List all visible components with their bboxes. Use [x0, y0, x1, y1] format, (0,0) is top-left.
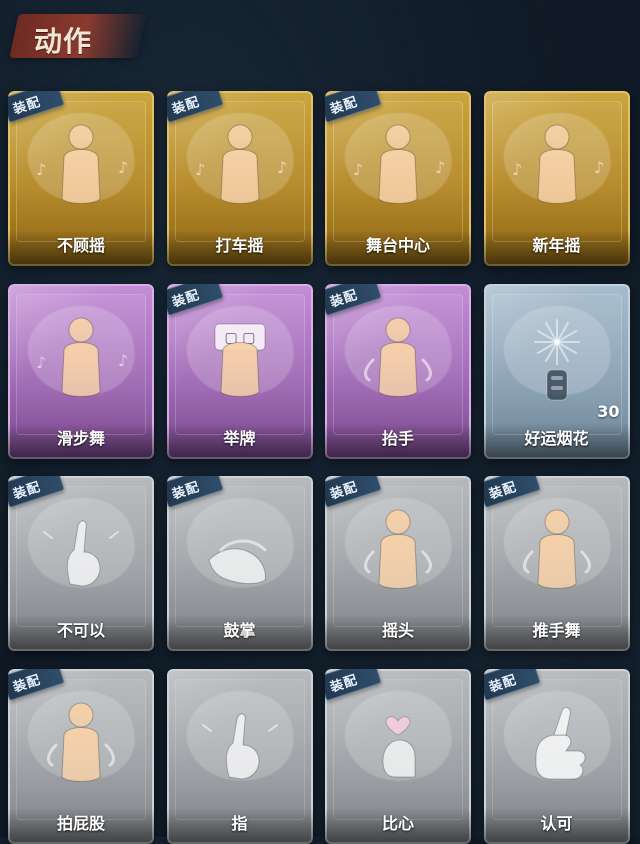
equip-badge-label: 装配	[170, 94, 202, 118]
svg-text:♪: ♪	[118, 158, 128, 177]
finger-heart-icon	[325, 691, 471, 796]
emote-label: 抬手	[381, 428, 414, 448]
equip-badge-label: 装配	[487, 479, 519, 503]
equip-badge-label: 装配	[487, 672, 519, 696]
svg-text:♪: ♪	[435, 158, 445, 177]
emote-label: 拍屁股	[56, 813, 105, 833]
raise-hand-icon	[325, 306, 471, 411]
emote-grid: ♪ ♪ 不顾摇 装配 ♪ ♪ 打车摇 装配 ♪ ♪ 舞台中心 装配 ♪ ♪ 新年…	[0, 85, 640, 844]
clap-icon	[167, 498, 313, 603]
emote-card[interactable]: 抬手 装配	[325, 283, 471, 459]
equip-badge-label: 装配	[170, 479, 202, 503]
emote-card[interactable]: ♪ ♪ 打车摇 装配	[166, 91, 313, 266]
emote-card[interactable]: 拍屁股 装配	[8, 668, 154, 844]
equip-badge-label: 装配	[328, 287, 360, 311]
item-count: 30	[597, 401, 620, 421]
shake-head-icon	[325, 498, 471, 603]
hold-sign-icon: ▢ ▢	[167, 306, 313, 411]
emote-label: 不可以	[56, 621, 105, 640]
emote-label: 不顾摇	[56, 236, 105, 255]
emote-card[interactable]: ♪ ♪ 新年摇	[483, 91, 630, 266]
emote-label: 滑步舞	[56, 428, 105, 448]
equip-badge-label: 装配	[328, 479, 360, 503]
dancer-slide-step-icon: ♪ ♪	[8, 306, 154, 411]
emote-label: 好运烟花	[524, 428, 589, 448]
svg-text:♪: ♪	[277, 158, 287, 177]
emote-card[interactable]: ▢ ▢ 举牌 装配	[166, 283, 313, 459]
svg-text:♪: ♪	[118, 351, 128, 370]
emote-label: 舞台中心	[365, 236, 430, 255]
emote-label: 鼓掌	[223, 621, 256, 640]
emote-card[interactable]: 指	[166, 668, 313, 844]
dancer-pointing-icon: ♪ ♪	[8, 113, 154, 218]
svg-text:♪: ♪	[512, 160, 522, 179]
firework-icon	[484, 306, 630, 411]
emote-card[interactable]: ♪ ♪ 滑步舞	[8, 283, 154, 459]
pat-bottom-icon	[8, 691, 154, 796]
emote-card[interactable]: 认可 装配	[483, 668, 630, 844]
dancer-new-year-icon: ♪ ♪	[484, 113, 630, 218]
dancer-hand-to-shoulder-icon: ♪ ♪	[167, 113, 313, 218]
emote-label: 打车摇	[215, 236, 264, 255]
emote-card[interactable]: 摇头 装配	[325, 476, 471, 651]
emote-label: 新年摇	[532, 236, 581, 255]
emote-label: 比心	[381, 813, 414, 833]
point-icon	[167, 691, 313, 796]
push-hand-dance-icon	[484, 498, 630, 603]
emote-label: 摇头	[381, 621, 414, 640]
equip-badge-label: 装配	[328, 94, 360, 118]
page-title: 动作	[34, 25, 93, 58]
emote-card[interactable]: ♪ ♪ 舞台中心 装配	[325, 91, 471, 266]
emote-label: 推手舞	[532, 621, 581, 640]
emote-card[interactable]: 比心 装配	[325, 668, 471, 844]
equip-badge-label: 装配	[170, 287, 202, 311]
equip-badge-label: 装配	[11, 94, 43, 118]
emote-label: 认可	[540, 813, 573, 833]
finger-wag-icon	[8, 498, 154, 603]
dancer-center-stage-icon: ♪ ♪	[325, 113, 471, 218]
equip-badge-label: 装配	[11, 672, 43, 696]
emote-card[interactable]: ♪ ♪ 不顾摇 装配	[8, 91, 154, 266]
emote-label: 举牌	[223, 428, 256, 448]
emote-card[interactable]: 不可以 装配	[8, 476, 154, 651]
emote-label: 指	[231, 813, 248, 833]
emote-card[interactable]: 推手舞 装配	[483, 476, 630, 651]
svg-text:♪: ♪	[594, 158, 604, 177]
svg-text:♪: ♪	[195, 160, 205, 179]
emote-card[interactable]: 好运烟花 30	[483, 283, 630, 459]
svg-text:♪: ♪	[36, 160, 46, 179]
equip-badge-label: 装配	[328, 672, 360, 696]
svg-text:♪: ♪	[353, 160, 363, 179]
equip-badge-label: 装配	[11, 479, 43, 503]
thumbs-up-icon	[484, 691, 630, 796]
svg-text:♪: ♪	[36, 353, 46, 372]
emote-card[interactable]: 鼓掌 装配	[166, 476, 313, 651]
header: 动作	[9, 14, 147, 58]
